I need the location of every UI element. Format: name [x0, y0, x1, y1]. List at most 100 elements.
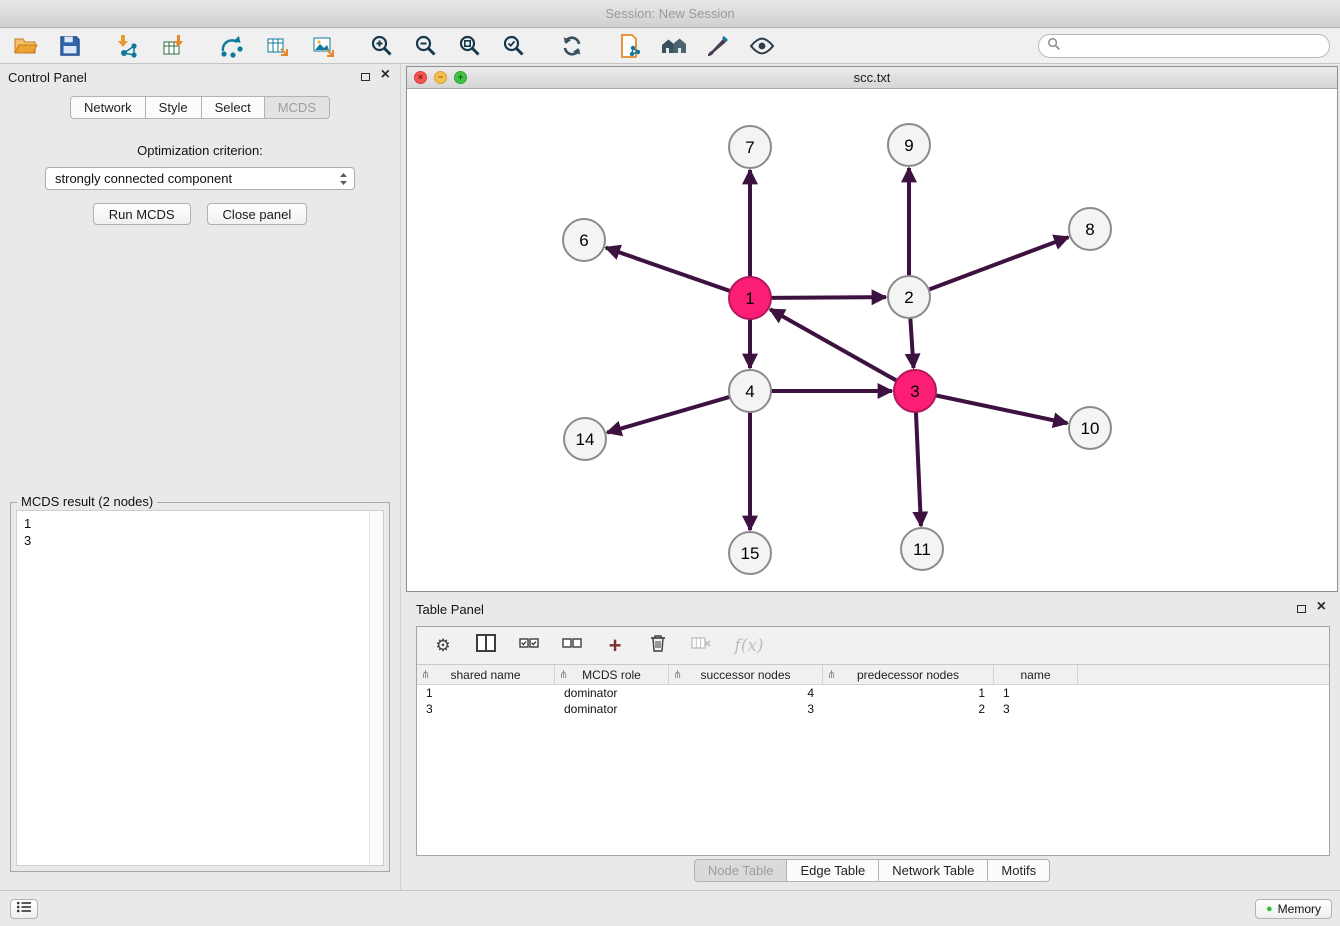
column-header[interactable]: ⋔successor nodes [669, 665, 823, 684]
refresh-layout-button[interactable] [556, 31, 588, 61]
clone-network-button[interactable] [614, 31, 646, 61]
run-mcds-button[interactable]: Run MCDS [93, 203, 191, 225]
tab-edge-table[interactable]: Edge Table [787, 859, 879, 882]
close-window-icon[interactable]: × [414, 71, 427, 84]
float-table-panel-icon[interactable] [1297, 605, 1306, 613]
list-icon [16, 900, 32, 918]
table-cell[interactable]: 3 [417, 702, 555, 716]
apply-function-button[interactable]: f(x) [732, 633, 766, 659]
tab-select[interactable]: Select [202, 96, 265, 119]
minimize-window-icon[interactable]: − [434, 71, 447, 84]
table-row[interactable]: 1dominator411 [417, 685, 1329, 701]
table-cell[interactable]: 3 [994, 702, 1078, 716]
criterion-dropdown[interactable]: strongly connected component [45, 167, 355, 190]
graph-node[interactable]: 6 [563, 219, 605, 261]
graph-node[interactable]: 2 [888, 276, 930, 318]
select-all-button[interactable] [517, 633, 541, 659]
graph-edge[interactable] [770, 297, 886, 298]
tab-motifs[interactable]: Motifs [988, 859, 1050, 882]
export-image-button[interactable] [308, 31, 340, 61]
table-row[interactable]: 3dominator323 [417, 701, 1329, 717]
graph-node-label: 1 [745, 289, 754, 308]
graph-node[interactable]: 8 [1069, 208, 1111, 250]
table-cell[interactable]: 1 [994, 686, 1078, 700]
column-header-label: name [1020, 668, 1050, 682]
fx-icon: f(x) [734, 636, 763, 656]
tab-mcds[interactable]: MCDS [265, 96, 330, 119]
tab-network[interactable]: Network [70, 96, 146, 119]
table-cell[interactable]: 3 [669, 702, 823, 716]
column-header[interactable]: ⋔shared name [417, 665, 555, 684]
close-table-panel-icon[interactable]: × [1317, 598, 1326, 616]
table-cell[interactable]: dominator [555, 686, 669, 700]
memory-status-icon: ● [1266, 903, 1273, 915]
import-network-button[interactable] [112, 31, 144, 61]
table-panel-header: Table Panel × [406, 596, 1338, 622]
tab-node-table[interactable]: Node Table [694, 859, 788, 882]
graph-node-label: 14 [576, 430, 595, 449]
search-box[interactable] [1038, 34, 1330, 58]
clear-selection-button[interactable] [560, 633, 584, 659]
table-cell[interactable]: 1 [823, 686, 994, 700]
graph-edge[interactable] [928, 237, 1069, 290]
close-control-panel-icon[interactable]: × [381, 66, 390, 84]
graph-edge[interactable] [606, 248, 731, 292]
mcds-result-list[interactable]: 1 3 [17, 511, 369, 865]
graph-node[interactable]: 3 [894, 370, 936, 412]
show-hide-button[interactable] [746, 31, 778, 61]
column-header[interactable]: ⋔MCDS role [555, 665, 669, 684]
zoom-fit-button[interactable] [454, 31, 486, 61]
graph-node[interactable]: 11 [901, 528, 943, 570]
export-table-button[interactable] [262, 31, 294, 61]
column-header[interactable]: name [994, 665, 1078, 684]
network-window-title: scc.txt [407, 70, 1337, 85]
apply-layout-button[interactable] [216, 31, 248, 61]
maximize-window-icon[interactable]: + [454, 71, 467, 84]
tab-style[interactable]: Style [146, 96, 202, 119]
graph-edge[interactable] [607, 397, 731, 433]
table-cell[interactable]: dominator [555, 702, 669, 716]
table-cell[interactable]: 2 [823, 702, 994, 716]
open-session-button[interactable] [10, 31, 42, 61]
graph-edge[interactable] [935, 395, 1068, 423]
save-session-button[interactable] [54, 31, 86, 61]
delete-column-icon [691, 636, 711, 655]
graph-node[interactable]: 9 [888, 124, 930, 166]
zoom-in-button[interactable] [366, 31, 398, 61]
memory-button[interactable]: ● Memory [1255, 899, 1332, 919]
import-table-button[interactable] [158, 31, 190, 61]
float-panel-icon[interactable] [361, 73, 370, 81]
table-settings-button[interactable]: ⚙ [431, 633, 455, 659]
search-input[interactable] [1066, 39, 1321, 54]
graph-node[interactable]: 10 [1069, 407, 1111, 449]
graph-node[interactable]: 14 [564, 418, 606, 460]
show-columns-button[interactable] [474, 633, 498, 659]
show-panels-button[interactable] [10, 899, 38, 919]
graph-edge[interactable] [910, 317, 913, 368]
zoom-selected-button[interactable] [498, 31, 530, 61]
delete-row-button[interactable] [646, 633, 670, 659]
delete-column-button[interactable] [689, 633, 713, 659]
add-row-button[interactable]: + [603, 633, 627, 659]
plus-icon: + [609, 636, 622, 656]
graph-node[interactable]: 7 [729, 126, 771, 168]
graph-node[interactable]: 15 [729, 532, 771, 574]
style-brush-button[interactable] [702, 31, 734, 61]
column-header[interactable]: ⋔predecessor nodes [823, 665, 994, 684]
network-analyzer-button[interactable] [658, 31, 690, 61]
import-network-icon [115, 33, 141, 59]
graph-edge[interactable] [770, 309, 898, 381]
graph-node[interactable]: 4 [729, 370, 771, 412]
control-panel-tabs: NetworkStyleSelectMCDS [0, 96, 400, 119]
network-graph[interactable]: 1 2 3 4 6 7 8 9 10 11 14 15 [407, 89, 1337, 591]
graph-edge[interactable] [916, 411, 921, 526]
result-scrollbar[interactable] [369, 511, 383, 865]
zoom-out-button[interactable] [410, 31, 442, 61]
close-panel-button[interactable]: Close panel [207, 203, 308, 225]
tab-network-table[interactable]: Network Table [879, 859, 988, 882]
table-cell[interactable]: 1 [417, 686, 555, 700]
network-window-titlebar[interactable]: scc.txt × − + [407, 67, 1337, 89]
table-cell[interactable]: 4 [669, 686, 823, 700]
graph-node[interactable]: 1 [729, 277, 771, 319]
graph-node-label: 4 [745, 382, 754, 401]
